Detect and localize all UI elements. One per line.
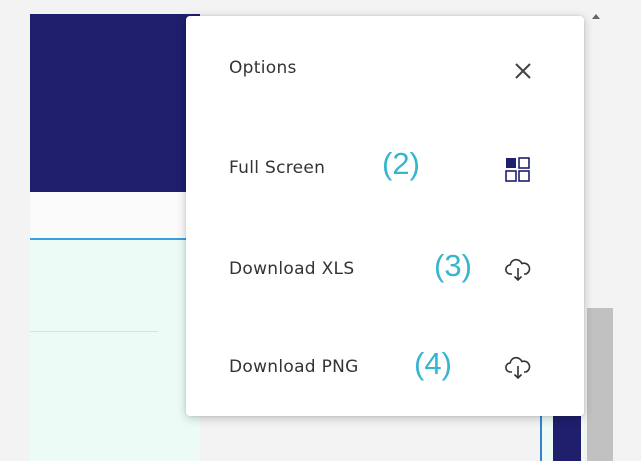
menu-item-download-png[interactable]: Download PNG (4) [186, 336, 584, 396]
app-toolbar-strip [30, 192, 200, 240]
callout-marker: (2) [382, 146, 420, 181]
app-content-panel [30, 240, 200, 461]
menu-item-label: Full Screen [229, 158, 326, 178]
cloud-download-icon [505, 258, 531, 282]
scroll-up-arrow-icon[interactable] [592, 14, 600, 19]
menu-item-label: Download XLS [229, 259, 355, 279]
menu-item-full-screen[interactable]: Full Screen (2) [186, 140, 584, 200]
cloud-download-icon [505, 356, 531, 380]
content-divider [30, 331, 158, 332]
close-button[interactable] [512, 60, 534, 82]
menu-item-download-xls[interactable]: Download XLS (3) [186, 238, 584, 298]
menu-item-label: Download PNG [229, 357, 359, 377]
app-header-bar [30, 14, 200, 192]
scrollbar-thumb[interactable] [587, 308, 613, 461]
close-icon [515, 63, 531, 79]
options-menu: Options Full Screen (2) Download XLS (3) [186, 16, 584, 416]
callout-marker: (4) [414, 346, 452, 381]
app-side-dark-block [553, 412, 581, 461]
menu-title: Options [229, 58, 297, 78]
vertical-scrollbar[interactable] [587, 8, 613, 461]
screenshot-stage: Options Full Screen (2) Download XLS (3) [0, 0, 641, 461]
callout-marker: (3) [434, 248, 472, 283]
fullscreen-grid-icon [505, 157, 530, 182]
